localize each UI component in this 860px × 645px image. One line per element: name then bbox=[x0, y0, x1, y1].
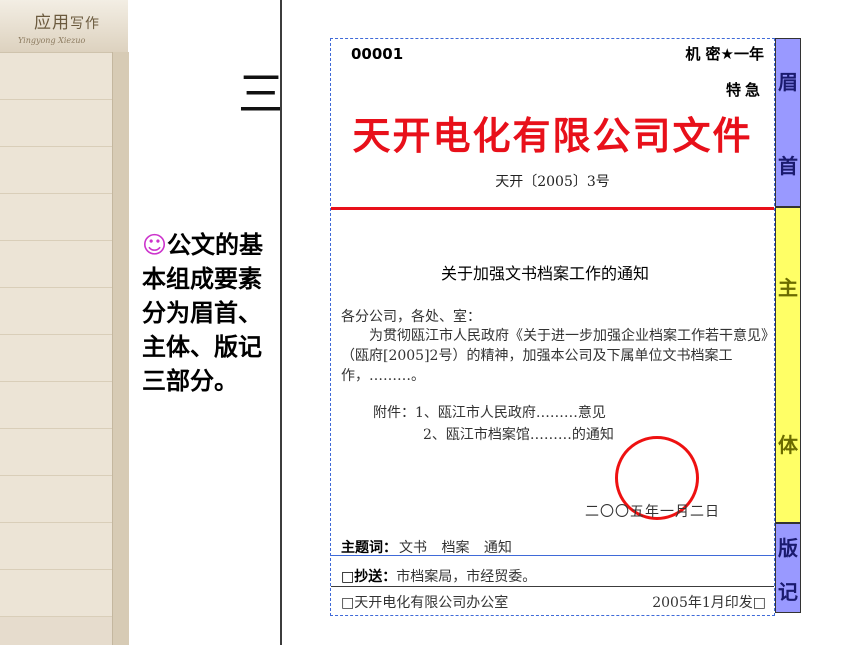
cc-label: □抄送： bbox=[341, 569, 397, 585]
addressee: 各分公司，各处、室： bbox=[341, 309, 481, 325]
document-title: 关于加强文书档案工作的通知 bbox=[440, 264, 649, 283]
logo-subtext: Yingyong Xiezuo bbox=[18, 36, 86, 45]
section-bar-head: 眉 首 bbox=[775, 38, 801, 207]
document-sample: 00001 机 密★一年 特急 天开电化有限公司文件 天开〔2005〕3号 关于… bbox=[280, 0, 860, 645]
section-char: 主 bbox=[778, 276, 798, 300]
issuer-title: 天开电化有限公司文件 bbox=[352, 113, 753, 158]
decor-cell bbox=[0, 288, 112, 335]
attachment-2: 2、瓯江市档案馆………的通知 bbox=[423, 427, 614, 443]
section-bar-main: 主 体 bbox=[775, 207, 801, 523]
section-char: 版 bbox=[778, 535, 798, 560]
decor-cell bbox=[0, 53, 112, 100]
section-char: 体 bbox=[778, 433, 798, 457]
logo: 应用写作 Yingyong Xiezuo bbox=[0, 0, 128, 53]
bullet-text-block: ☺公文的基本组成要素分为眉首、主体、版记三部分。 bbox=[142, 228, 267, 398]
decor-cell bbox=[0, 241, 112, 288]
decor-cell bbox=[0, 570, 112, 617]
decor-cell bbox=[0, 147, 112, 194]
urgency-level: 特急 bbox=[725, 81, 764, 99]
section-char: 记 bbox=[778, 579, 798, 604]
subject-label: 主题词： bbox=[341, 540, 397, 556]
red-separator bbox=[331, 207, 774, 210]
document-date: 二〇〇五年一月二日 bbox=[585, 504, 720, 520]
decor-cell bbox=[0, 335, 112, 382]
serial-number: 00001 bbox=[351, 45, 404, 63]
logo-text: 应用 bbox=[34, 13, 70, 33]
section-char: 首 bbox=[778, 153, 798, 178]
body-text: 为贯彻瓯江市人民政府《关于进一步加强企业档案工作若干意见》（瓯府[2005]2号… bbox=[341, 328, 768, 384]
subject-value: 文书 档案 通知 bbox=[399, 540, 512, 556]
left-decor-strip: 应用写作 Yingyong Xiezuo bbox=[0, 0, 129, 645]
security-level: 机 密★一年 bbox=[685, 45, 764, 63]
section-char: 眉 bbox=[778, 70, 798, 95]
cc-value: 市档案局，市经贸委。 bbox=[396, 569, 537, 585]
attachment-1: 附件：1、瓯江市人民政府………意见 bbox=[373, 405, 606, 421]
document-frame: 00001 机 密★一年 特急 天开电化有限公司文件 天开〔2005〕3号 关于… bbox=[330, 38, 775, 616]
divider bbox=[331, 586, 774, 587]
decor-cell bbox=[0, 382, 112, 429]
section-bar-foot: 版 记 bbox=[775, 523, 801, 613]
decor-cell bbox=[0, 100, 112, 147]
decor-cell bbox=[0, 523, 112, 570]
decor-cell bbox=[0, 194, 112, 241]
slide-title: 三 bbox=[238, 67, 284, 121]
divider bbox=[331, 555, 774, 556]
print-date: 2005年1月印发□ bbox=[652, 595, 766, 611]
smiley-icon: ☺ bbox=[142, 231, 168, 259]
document-number: 天开〔2005〕3号 bbox=[495, 174, 610, 190]
subject-words: 主题词： 文书 档案 通知 bbox=[341, 537, 512, 557]
printing-office: □天开电化有限公司办公室 bbox=[341, 595, 509, 611]
decor-rail bbox=[112, 52, 129, 645]
decor-cell bbox=[0, 429, 112, 476]
cc-line-text: □抄送：市档案局，市经贸委。 bbox=[341, 566, 536, 586]
decor-cell bbox=[0, 476, 112, 523]
logo-text-small: 写作 bbox=[70, 16, 100, 32]
